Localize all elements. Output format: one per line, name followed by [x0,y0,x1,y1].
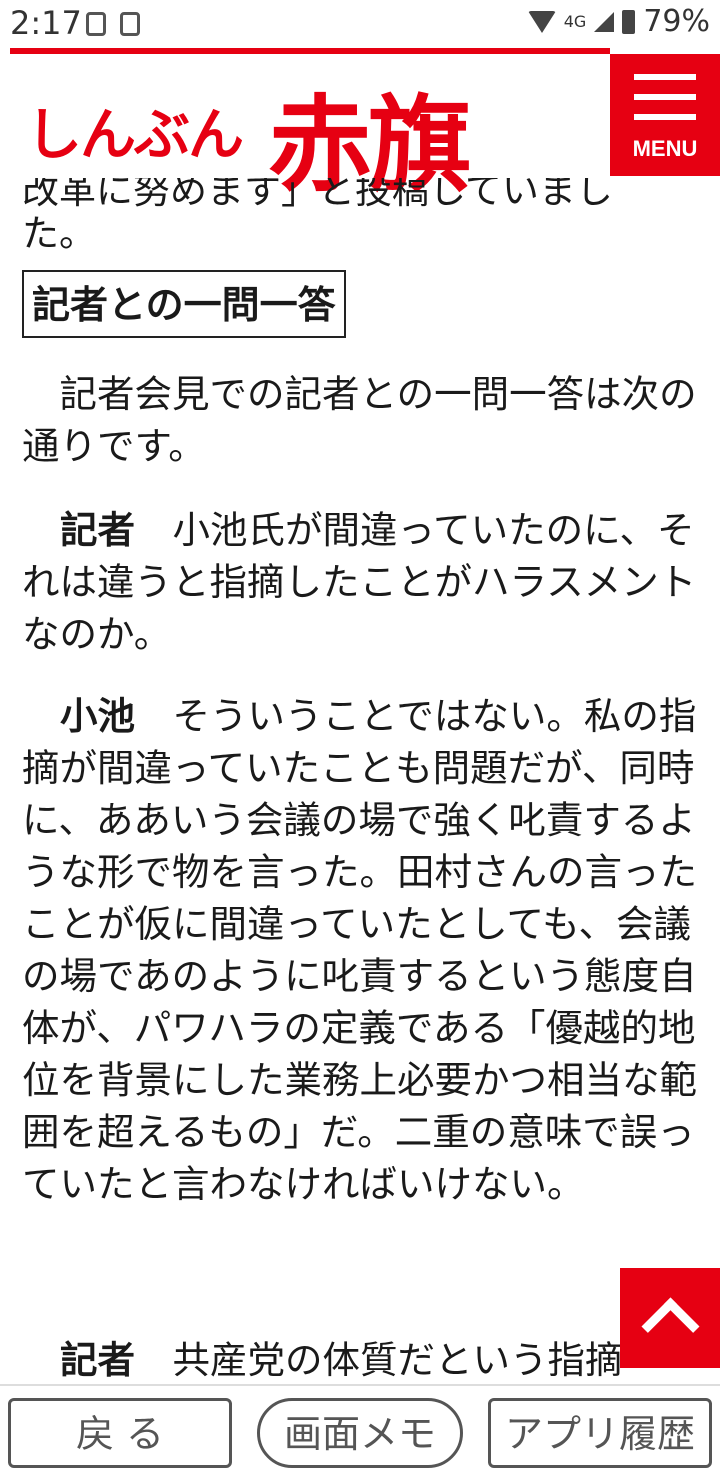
cell-signal-icon [594,11,615,32]
paragraph: 記者会見での記者との一問一答は次の通りです。 [22,368,698,472]
speaker-label: 小池 [60,694,135,738]
paragraph: 記者 小池氏が間違っていたのに、それは違うと指摘したことがハラスメントなのか。 [22,504,698,660]
partial-line: 改革に努めます」と投稿していまし [22,178,613,212]
status-time: 2:17 [10,4,82,42]
sim-icon [86,12,106,36]
status-bar: 2:17 4G 79% [0,0,720,48]
menu-button[interactable]: MENU [610,54,720,176]
article-body: 改革に努めます」と投稿していまし た。 記者との一問一答 記者会見での記者との一… [22,178,698,1384]
menu-label: MENU [632,136,698,161]
paragraph-text: 共産党の体質だという指摘 [135,1338,623,1382]
wifi-icon [527,10,556,33]
paragraph: 記者 共産党の体質だという指摘 [22,1334,698,1384]
speaker-label: 記者 [60,508,135,552]
screen-memo-button[interactable]: 画面メモ [257,1398,463,1468]
scroll-top-button[interactable] [620,1268,720,1368]
site-header: しんぶん 赤旗 MENU [0,54,720,206]
paragraph-text: そういうことではない。私の指摘が間違っていたことも問題だが、同時に、ああいう会議… [22,694,697,1206]
hamburger-icon [634,74,696,80]
battery-percent: 79% [643,4,710,39]
app-history-button[interactable]: アプリ履歴 [488,1398,712,1468]
status-indicators: 4G 79% [527,4,710,39]
back-button[interactable]: 戻 る [8,1398,232,1468]
section-heading: 記者との一問一答 [22,270,346,338]
battery-icon [622,9,636,34]
paragraph: 小池 そういうことではない。私の指摘が間違っていたことも問題だが、同時に、ああい… [22,690,698,1210]
chevron-up-icon [641,1297,700,1356]
sim-icon [120,12,140,36]
hamburger-icon [634,114,696,120]
line-tail: た。 [22,212,96,255]
paragraph-text: 記者会見での記者との一問一答は次の通りです。 [22,372,697,468]
hamburger-icon [634,94,696,100]
logo-text-small[interactable]: しんぶん [26,90,244,171]
bottom-bar: 戻 る 画面メモ アプリ履歴 [0,1384,720,1482]
network-type: 4G [563,12,587,31]
speaker-label: 記者 [60,1338,135,1382]
